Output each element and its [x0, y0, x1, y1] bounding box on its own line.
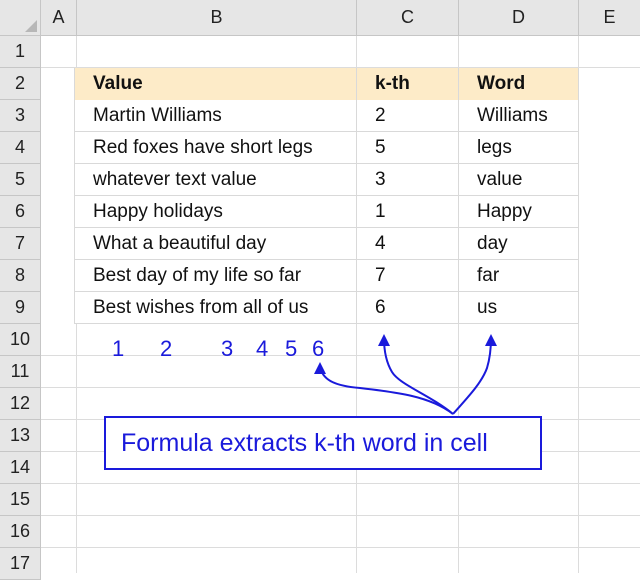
arrowhead-icon [485, 334, 497, 346]
arrow-to-kth-column [383, 337, 454, 415]
arrow-to-word-column [452, 337, 492, 415]
arrowhead-icon [314, 362, 326, 374]
spreadsheet: A B C D E 1 2 3 4 5 6 7 8 9 10 11 12 13 … [0, 0, 640, 580]
arrow-to-word-number [319, 365, 454, 415]
arrowhead-icon [378, 334, 390, 346]
callout-text: Formula extracts k-th word in cell [121, 428, 488, 457]
callout-box: Formula extracts k-th word in cell [104, 416, 542, 470]
annotation-arrows [314, 334, 497, 415]
